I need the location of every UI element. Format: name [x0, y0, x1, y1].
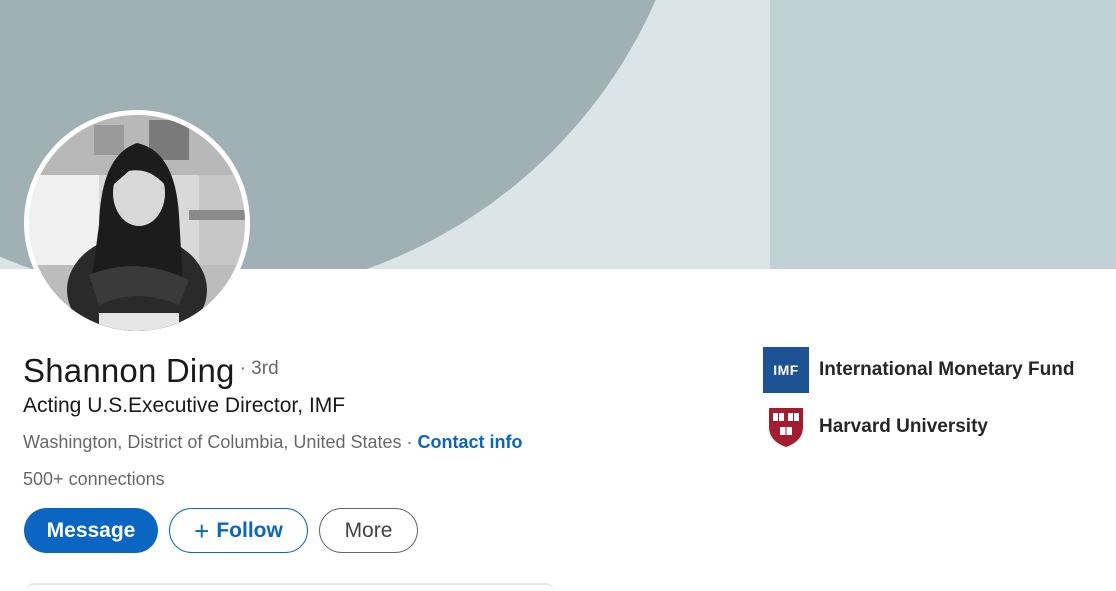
message-button[interactable]: Message [24, 508, 158, 553]
connection-degree-badge: · 3rd [239, 358, 279, 379]
profile-name: Shannon Ding [23, 352, 235, 389]
plus-icon: + [194, 515, 210, 546]
banner-right-panel [770, 0, 1116, 269]
organizations-list: IMF International Monetary Fund Harvard … [763, 347, 1074, 461]
person-photo-icon [29, 115, 245, 331]
follow-label: Follow [216, 518, 283, 542]
more-button[interactable]: More [319, 508, 418, 553]
profile-location: Washington, District of Columbia, United… [23, 432, 402, 452]
profile-name-row: Shannon Ding · 3rd [23, 350, 279, 392]
harvard-shield-logo-icon [763, 404, 809, 450]
section-card-edge [26, 583, 554, 591]
profile-photo [29, 115, 245, 331]
org-name-harvard: Harvard University [819, 416, 988, 437]
location-row: Washington, District of Columbia, United… [23, 432, 523, 453]
location-separator: · [401, 432, 418, 452]
contact-info-link[interactable]: Contact info [418, 432, 523, 452]
org-name-imf: International Monetary Fund [819, 359, 1075, 380]
org-item-imf[interactable]: IMF International Monetary Fund [763, 347, 1074, 393]
connections-number: 500+ [23, 469, 64, 489]
org-item-harvard[interactable]: Harvard University [763, 404, 1074, 450]
profile-actions: Message + Follow More [24, 508, 418, 553]
follow-button[interactable]: + Follow [169, 508, 308, 553]
profile-headline: Acting U.S.Executive Director, IMF [23, 394, 346, 417]
imf-logo-icon: IMF [763, 347, 809, 393]
connections-count[interactable]: 500+ connections [23, 469, 165, 490]
connections-label: connections [68, 469, 165, 489]
profile-avatar[interactable] [24, 110, 250, 336]
